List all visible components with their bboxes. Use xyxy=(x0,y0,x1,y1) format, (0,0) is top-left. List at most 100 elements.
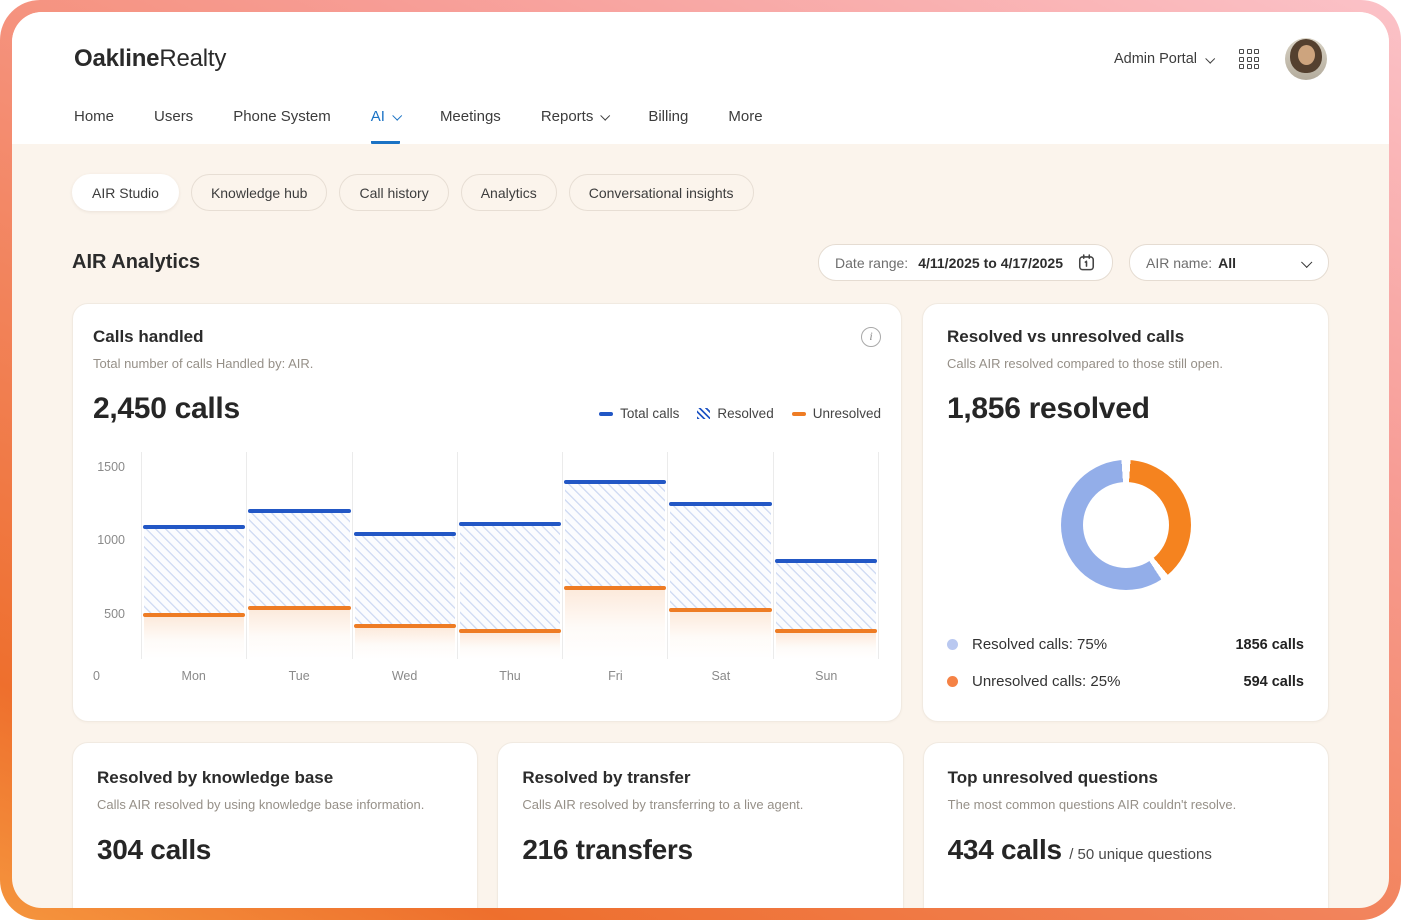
bar-column xyxy=(562,452,667,659)
tab-knowledge-hub[interactable]: Knowledge hub xyxy=(191,174,328,211)
unresolved-questions-number: 434 calls / 50 unique questions xyxy=(948,834,1304,866)
resolved-title: Resolved vs unresolved calls xyxy=(947,327,1304,347)
y-axis-ticks: 500 1000 1500 xyxy=(93,452,141,687)
total-calls-line xyxy=(564,480,666,484)
tab-analytics[interactable]: Analytics xyxy=(461,174,557,211)
total-calls-line xyxy=(669,502,771,506)
total-calls-marker xyxy=(599,412,613,416)
resolved-hatch-marker xyxy=(697,408,710,419)
total-calls-line xyxy=(248,509,350,513)
x-axis-labels: 0 MonTueWedThuFriSatSun xyxy=(93,669,879,687)
page-title: AIR Analytics xyxy=(72,251,200,274)
calendar-icon xyxy=(1077,253,1096,272)
x-axis-label: Fri xyxy=(563,669,668,687)
date-range-label: Date range: xyxy=(835,255,908,271)
legend-resolved: Resolved xyxy=(697,406,773,421)
brand-logo: OaklineRealty xyxy=(74,45,226,73)
unresolved-line xyxy=(459,629,561,633)
calls-handled-card: Calls handled i Total number of calls Ha… xyxy=(72,303,902,722)
total-calls-line xyxy=(775,559,877,563)
calls-handled-title: Calls handled xyxy=(93,327,204,347)
donut-chart xyxy=(1061,460,1191,590)
unresolved-line xyxy=(143,613,245,617)
admin-portal-label: Admin Portal xyxy=(1114,51,1197,67)
bar-chart-legend: Total calls Resolved Unresolved xyxy=(599,406,881,426)
legend-unresolved-calls: Unresolved calls: 25% 594 calls xyxy=(947,673,1304,690)
unresolved-line xyxy=(775,629,877,633)
topbar: OaklineRealty Admin Portal xyxy=(74,36,1327,82)
total-calls-line xyxy=(143,525,245,529)
y-axis-tick: 1500 xyxy=(97,460,125,474)
date-range-picker[interactable]: Date range: 4/11/2025 to 4/17/2025 xyxy=(818,244,1113,281)
transfer-subtitle: Calls AIR resolved by transferring to a … xyxy=(522,797,878,812)
chevron-down-icon xyxy=(392,111,402,121)
unresolved-marker xyxy=(792,412,806,416)
nav-item-more[interactable]: More xyxy=(728,108,762,144)
knowledge-base-subtitle: Calls AIR resolved by using knowledge ba… xyxy=(97,797,453,812)
unresolved-dot xyxy=(947,676,958,687)
knowledge-base-title: Resolved by knowledge base xyxy=(97,768,453,788)
admin-portal-dropdown[interactable]: Admin Portal xyxy=(1114,51,1213,67)
chevron-down-icon xyxy=(1301,256,1312,267)
total-calls-line xyxy=(459,522,561,526)
bar-column xyxy=(352,452,457,659)
bar-column xyxy=(141,452,246,659)
nav-item-billing[interactable]: Billing xyxy=(648,108,688,144)
x-axis-label: Sat xyxy=(668,669,773,687)
y-axis-tick: 500 xyxy=(104,607,125,621)
nav-item-phone-system[interactable]: Phone System xyxy=(233,108,331,144)
resolved-dot xyxy=(947,639,958,650)
legend-total-calls: Total calls xyxy=(599,406,679,421)
unresolved-line xyxy=(669,608,771,612)
knowledge-base-card: Resolved by knowledge base Calls AIR res… xyxy=(72,742,478,908)
brand-light: Realty xyxy=(159,45,226,72)
header: OaklineRealty Admin Portal Home Users Ph… xyxy=(12,12,1389,144)
tab-call-history[interactable]: Call history xyxy=(339,174,448,211)
unresolved-questions-suffix: / 50 unique questions xyxy=(1069,846,1212,863)
total-calls-line xyxy=(354,532,456,536)
chevron-down-icon xyxy=(601,111,611,121)
transfer-number: 216 transfers xyxy=(522,834,878,866)
bar-column xyxy=(246,452,351,659)
resolved-vs-unresolved-card: Resolved vs unresolved calls Calls AIR r… xyxy=(922,303,1329,722)
legend-unresolved: Unresolved xyxy=(792,406,881,421)
bar-column xyxy=(773,452,879,659)
calls-handled-big-number: 2,450 calls xyxy=(93,392,240,426)
unresolved-questions-title: Top unresolved questions xyxy=(948,768,1304,788)
transfer-title: Resolved by transfer xyxy=(522,768,878,788)
unresolved-line xyxy=(564,586,666,590)
x-axis-label: Wed xyxy=(352,669,457,687)
nav-item-home[interactable]: Home xyxy=(74,108,114,144)
nav-item-ai[interactable]: AI xyxy=(371,108,400,144)
info-icon[interactable]: i xyxy=(861,327,881,347)
nav-item-reports[interactable]: Reports xyxy=(541,108,609,144)
sub-tabs: AIR Studio Knowledge hub Call history An… xyxy=(72,174,1329,211)
x-axis-label: Sun xyxy=(774,669,879,687)
resolved-big-number: 1,856 resolved xyxy=(947,392,1304,426)
air-name-label: AIR name: xyxy=(1146,255,1212,271)
apps-grid-icon[interactable] xyxy=(1239,49,1259,69)
brand-bold: Oakline xyxy=(74,45,159,72)
unresolved-questions-subtitle: The most common questions AIR couldn't r… xyxy=(948,797,1304,812)
tab-conversational-insights[interactable]: Conversational insights xyxy=(569,174,754,211)
air-name-value: All xyxy=(1218,255,1236,271)
nav-item-users[interactable]: Users xyxy=(154,108,193,144)
chevron-down-icon xyxy=(1205,53,1215,63)
bar-column xyxy=(667,452,772,659)
main-nav: Home Users Phone System AI Meetings Repo… xyxy=(74,108,1327,144)
avatar[interactable] xyxy=(1285,38,1327,80)
x-axis-label: Tue xyxy=(246,669,351,687)
y-axis-tick: 1000 xyxy=(97,533,125,547)
resolved-subtitle: Calls AIR resolved compared to those sti… xyxy=(947,356,1304,371)
y-axis-zero-label: 0 xyxy=(93,669,141,687)
x-axis-label: Mon xyxy=(141,669,246,687)
unresolved-line xyxy=(354,624,456,628)
air-name-select[interactable]: AIR name: All xyxy=(1129,244,1329,281)
bar-chart-plot xyxy=(141,452,879,659)
app-window: OaklineRealty Admin Portal Home Users Ph… xyxy=(12,12,1389,908)
legend-resolved-calls: Resolved calls: 75% 1856 calls xyxy=(947,636,1304,653)
unresolved-line xyxy=(248,606,350,610)
x-axis-label: Thu xyxy=(457,669,562,687)
nav-item-meetings[interactable]: Meetings xyxy=(440,108,501,144)
tab-air-studio[interactable]: AIR Studio xyxy=(72,174,179,211)
